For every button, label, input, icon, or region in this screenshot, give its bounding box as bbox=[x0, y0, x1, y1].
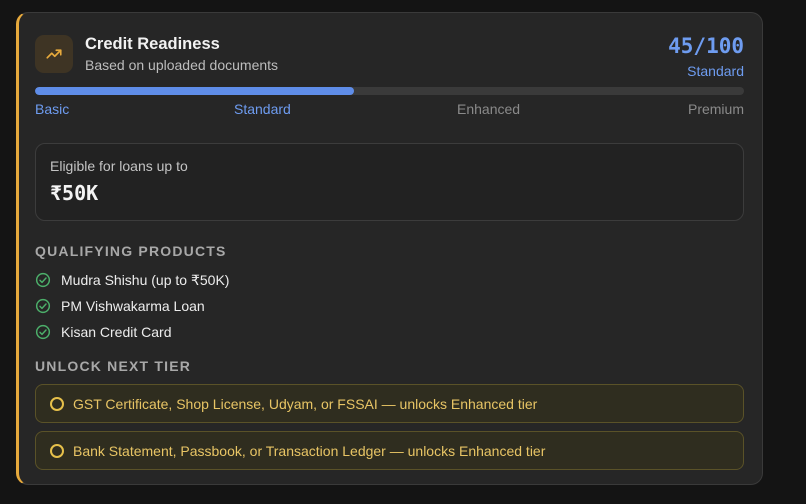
tier-label-basic: Basic bbox=[35, 101, 70, 117]
header-text: Credit Readiness Based on uploaded docum… bbox=[85, 33, 278, 75]
list-item: PM Vishwakarma Loan bbox=[35, 293, 744, 319]
check-circle-icon bbox=[35, 272, 51, 288]
header-left: Credit Readiness Based on uploaded docum… bbox=[35, 33, 278, 75]
tier-label-enhanced: Enhanced bbox=[457, 101, 521, 117]
credit-readiness-card: Credit Readiness Based on uploaded docum… bbox=[16, 12, 763, 485]
check-circle-icon bbox=[35, 298, 51, 314]
list-item: Mudra Shishu (up to ₹50K) bbox=[35, 267, 744, 293]
current-tier: Standard bbox=[687, 63, 744, 79]
progress-fill bbox=[35, 87, 355, 95]
tier-label-standard: Standard bbox=[234, 101, 291, 117]
tier-label-premium: Premium bbox=[687, 101, 744, 117]
card-header: Credit Readiness Based on uploaded docum… bbox=[35, 33, 744, 79]
readiness-progress-bar bbox=[35, 87, 744, 95]
empty-circle-icon bbox=[50, 396, 64, 411]
list-item: Kisan Credit Card bbox=[35, 319, 744, 345]
qualifying-products-list: Mudra Shishu (up to ₹50K) PM Vishwakarma… bbox=[35, 267, 744, 345]
score-block: 45/100 Standard bbox=[668, 33, 744, 82]
card-subtitle: Based on uploaded documents bbox=[85, 57, 279, 73]
qualifying-products-title: QUALIFYING PRODUCTS bbox=[35, 243, 227, 259]
eligibility-amount: ₹50K bbox=[50, 181, 99, 205]
unlock-requirement-item[interactable]: Bank Statement, Passbook, or Transaction… bbox=[35, 431, 744, 470]
eligibility-box: Eligible for loans up to ₹50K bbox=[35, 143, 744, 221]
tier-labels: Basic Standard Enhanced Premium bbox=[35, 101, 744, 123]
check-circle-icon bbox=[35, 324, 51, 340]
eligibility-label: Eligible for loans up to bbox=[50, 158, 188, 174]
unlock-requirement-item[interactable]: GST Certificate, Shop License, Udyam, or… bbox=[35, 384, 744, 423]
unlock-requirement-text: GST Certificate, Shop License, Udyam, or… bbox=[73, 395, 538, 412]
unlock-next-tier-title: UNLOCK NEXT TIER bbox=[35, 358, 192, 374]
product-name: Mudra Shishu (up to ₹50K) bbox=[61, 271, 230, 288]
card-title: Credit Readiness bbox=[85, 35, 220, 53]
trending-up-icon bbox=[35, 35, 73, 73]
score-value: 45/100 bbox=[668, 34, 744, 58]
product-name: PM Vishwakarma Loan bbox=[61, 298, 205, 314]
product-name: Kisan Credit Card bbox=[61, 324, 172, 340]
empty-circle-icon bbox=[50, 443, 64, 458]
unlock-requirement-text: Bank Statement, Passbook, or Transaction… bbox=[73, 442, 546, 459]
